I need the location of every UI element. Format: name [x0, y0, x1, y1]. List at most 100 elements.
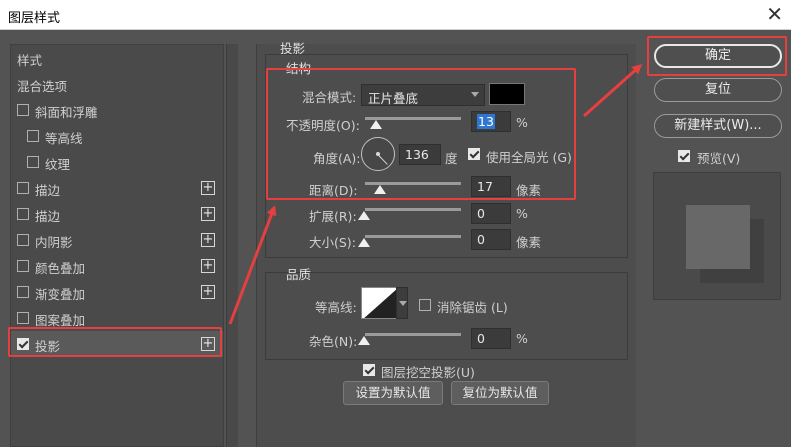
noise-slider-track[interactable]: [365, 333, 461, 336]
global-light-label: 使用全局光 (G): [486, 150, 572, 165]
style-item[interactable]: 内阴影 +: [11, 227, 223, 253]
style-item-checkbox[interactable]: [17, 182, 29, 194]
style-item-label: 等高线: [45, 131, 83, 146]
style-item[interactable]: 投影 +: [11, 331, 223, 357]
spread-label: 扩展(R):: [309, 209, 357, 224]
contour-curve-picker[interactable]: [361, 287, 397, 319]
distance-slider-thumb[interactable]: [374, 185, 386, 194]
chevron-down-icon: [471, 92, 479, 97]
angle-input[interactable]: 136: [399, 144, 441, 165]
preview-thumbnail: [653, 172, 781, 300]
size-label: 大小(S):: [309, 235, 356, 250]
global-light-checkbox[interactable]: [468, 148, 480, 160]
add-effect-icon[interactable]: +: [201, 285, 215, 299]
style-item-checkbox[interactable]: [17, 260, 29, 272]
opacity-unit: %: [516, 115, 528, 130]
contour-linear-icon: [364, 289, 396, 318]
dialog-title: 图层样式: [8, 11, 61, 26]
style-item-checkbox[interactable]: [27, 156, 39, 168]
styles-list-panel: 样式混合选项斜面和浮雕等高线纹理描边 + 描边 + 内阴影 + 颜色叠加 + 渐变叠加 + 图案叠加…: [10, 44, 224, 447]
style-item[interactable]: 等高线: [11, 123, 223, 149]
style-item[interactable]: 颜色叠加 +: [11, 253, 223, 279]
noise-label: 杂色(N):: [309, 334, 358, 349]
anti-alias-label: 消除锯齿 (L): [437, 300, 508, 315]
opacity-input[interactable]: 13: [471, 111, 511, 132]
size-slider-thumb[interactable]: [358, 238, 370, 247]
add-effect-icon[interactable]: +: [201, 181, 215, 195]
style-item-checkbox[interactable]: [17, 234, 29, 246]
style-item[interactable]: 纹理: [11, 149, 223, 175]
style-item-checkbox[interactable]: [27, 130, 39, 142]
preview-label: 预览(V): [697, 151, 741, 166]
spread-slider-thumb[interactable]: [358, 211, 370, 220]
style-item-label: 描边: [35, 209, 61, 224]
spread-slider-track[interactable]: [365, 208, 461, 211]
structure-title: 结构: [286, 61, 312, 76]
style-item-checkbox[interactable]: [17, 104, 29, 116]
style-item-checkbox[interactable]: [17, 208, 29, 220]
drop-shadow-panel: 投影 结构 混合模式: 正片叠底 不透明度(O): 13 % 角度(A): 13…: [256, 41, 636, 447]
style-item-label: 纹理: [45, 157, 71, 172]
style-item-label: 渐变叠加: [35, 287, 86, 302]
contour-label: 等高线:: [315, 300, 357, 315]
styles-list-scrollbar[interactable]: [226, 44, 238, 447]
blend-mode-value: 正片叠底: [368, 91, 419, 106]
style-item[interactable]: 描边 +: [11, 175, 223, 201]
chevron-down-icon: [399, 301, 407, 306]
opacity-slider-thumb[interactable]: [370, 120, 382, 129]
shadow-color-swatch[interactable]: [489, 83, 525, 105]
style-item-label: 混合选项: [17, 79, 68, 94]
preview-checkbox[interactable]: [678, 150, 690, 162]
add-effect-icon[interactable]: +: [201, 259, 215, 273]
size-input[interactable]: 0: [471, 229, 511, 250]
distance-unit: 像素: [516, 183, 542, 198]
blend-mode-label: 混合模式:: [302, 90, 357, 105]
angle-label: 角度(A):: [313, 151, 361, 166]
opacity-label: 不透明度(O):: [286, 118, 360, 133]
angle-dial[interactable]: [361, 137, 395, 171]
size-unit: 像素: [516, 235, 542, 250]
style-item[interactable]: 描边 +: [11, 201, 223, 227]
contour-dropdown[interactable]: [396, 287, 408, 319]
add-effect-icon[interactable]: +: [201, 337, 215, 351]
angle-unit: 度: [445, 151, 458, 166]
new-style-button[interactable]: 新建样式(W)...: [654, 114, 782, 138]
add-effect-icon[interactable]: +: [201, 207, 215, 221]
style-item[interactable]: 样式: [11, 45, 223, 71]
anti-alias-checkbox[interactable]: [419, 299, 431, 311]
noise-input[interactable]: 0: [471, 328, 511, 349]
dialog-title-bar: 图层样式 ✕: [0, 0, 791, 30]
close-icon[interactable]: ✕: [766, 2, 783, 26]
style-item[interactable]: 斜面和浮雕: [11, 97, 223, 123]
add-effect-icon[interactable]: +: [201, 233, 215, 247]
noise-unit: %: [516, 331, 528, 346]
knockout-checkbox[interactable]: [363, 364, 375, 376]
spread-input[interactable]: 0: [471, 203, 511, 224]
style-item-label: 内阴影: [35, 235, 73, 250]
reset-default-button[interactable]: 复位为默认值: [451, 381, 549, 405]
blend-mode-select[interactable]: 正片叠底: [361, 84, 485, 106]
noise-slider-thumb[interactable]: [358, 336, 370, 345]
style-item-label: 样式: [17, 53, 43, 68]
style-item-label: 颜色叠加: [35, 261, 86, 276]
reset-button[interactable]: 复位: [654, 78, 782, 102]
style-item[interactable]: 图案叠加: [11, 305, 223, 331]
spread-unit: %: [516, 206, 528, 221]
style-item-label: 斜面和浮雕: [35, 105, 98, 120]
style-item-label: 描边: [35, 183, 61, 198]
style-item-checkbox[interactable]: [17, 312, 29, 324]
style-item-checkbox[interactable]: [17, 338, 29, 350]
quality-title: 品质: [286, 267, 312, 282]
style-item-checkbox[interactable]: [17, 286, 29, 298]
style-item-label: 投影: [35, 339, 61, 354]
style-item[interactable]: 渐变叠加 +: [11, 279, 223, 305]
angle-needle-icon: [377, 154, 388, 165]
set-default-button[interactable]: 设置为默认值: [343, 381, 443, 405]
size-slider-track[interactable]: [365, 235, 461, 238]
ok-button[interactable]: 确定: [654, 44, 782, 68]
preview-layer: [686, 205, 750, 269]
style-item-label: 图案叠加: [35, 313, 86, 328]
distance-input[interactable]: 17: [471, 176, 511, 197]
distance-label: 距离(D):: [309, 183, 358, 198]
style-item[interactable]: 混合选项: [11, 71, 223, 97]
